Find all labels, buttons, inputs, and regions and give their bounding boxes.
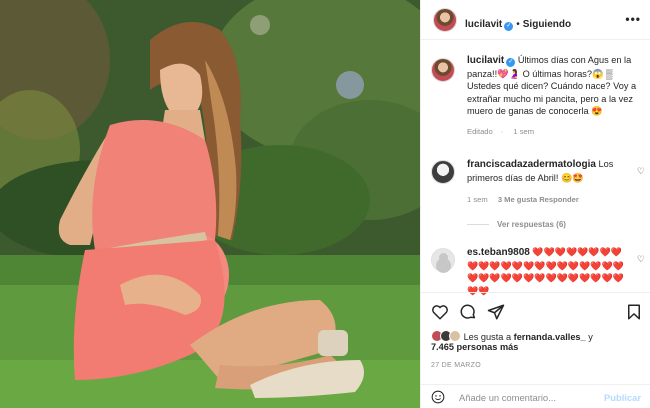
commenter-avatar[interactable] [431,248,455,272]
post-date[interactable]: 27 DE MARZO [431,362,481,369]
comment-body: es.teban9808 ❤️❤️❤️❤️❤️❤️❤️❤️❤️❤️❤️❤️❤️❤… [467,246,633,297]
comment-icon[interactable] [459,303,477,321]
add-comment-bar: Publicar [421,384,650,408]
comment-time[interactable]: 1 sem [467,195,488,204]
comment-body: franciscadazadermatologia Los primeros d… [467,158,633,207]
author-avatar[interactable] [433,8,457,32]
caption-author-avatar[interactable] [431,58,455,82]
liker-avatars [431,330,461,342]
post-header: lucilavit ✓ • Siguiendo ••• [421,0,650,40]
verified-icon: ✓ [504,22,514,31]
post-photo[interactable] [0,0,420,408]
post-action-bar [421,292,650,332]
post-side-panel: lucilavit ✓ • Siguiendo ••• lucilavit ✓ Últi… [420,0,650,408]
following-button[interactable]: Siguiendo [523,19,571,30]
caption-meta: Editado · 1 sem [467,126,647,139]
publish-button[interactable]: Publicar [604,392,641,403]
reply-button[interactable]: Responder [539,195,579,204]
commenter-avatar[interactable] [431,160,455,184]
commenter-username[interactable]: franciscadazadermatologia [467,159,596,170]
liker-username[interactable]: fernanda.valles_ [514,332,586,342]
more-icon[interactable]: ••• [625,12,641,26]
photo-illustration [0,0,420,408]
likes-summary: Les gusta a fernanda.valles_ y 7.465 per… [431,330,646,352]
bookmark-icon[interactable] [625,303,643,321]
comment-like-heart-icon[interactable]: ♡ [637,166,645,177]
comment-item: es.teban9808 ❤️❤️❤️❤️❤️❤️❤️❤️❤️❤️❤️❤️❤️❤… [431,246,647,297]
commenter-username[interactable]: es.teban9808 [467,247,530,258]
likes-conjunction: y [588,332,593,342]
post-caption: lucilavit ✓ Últimos días con Agus en la p… [431,54,647,138]
caption-username[interactable]: lucilavit [467,55,504,66]
header-username[interactable]: lucilavit [465,19,502,30]
caption-time[interactable]: 1 sem [513,127,534,136]
separator-dot: • [516,19,520,30]
likes-count[interactable]: 7.465 personas más [431,342,518,352]
heart-icon[interactable] [431,303,449,321]
verified-icon: ✓ [506,58,516,67]
comment-likes[interactable]: 3 Me gusta [498,195,537,204]
caption-body: lucilavit ✓ Últimos días con Agus en la p… [467,54,647,138]
emoji-icon[interactable] [431,390,445,404]
liker-avatar[interactable] [449,330,461,342]
comment-like-heart-icon[interactable]: ♡ [637,254,645,265]
comment-item: franciscadazadermatologia Los primeros d… [431,158,647,207]
comment-meta: 1 sem 3 Me gusta Responder [467,194,633,207]
send-icon[interactable] [487,303,505,321]
view-replies-button[interactable]: Ver respuestas (6) [467,220,566,229]
separator-dot: · [500,126,504,136]
add-comment-input[interactable] [459,389,589,405]
edited-label: Editado [467,126,493,136]
likes-prefix: Les gusta a [463,332,512,342]
header-author-line: lucilavit ✓ • Siguiendo [465,14,571,32]
